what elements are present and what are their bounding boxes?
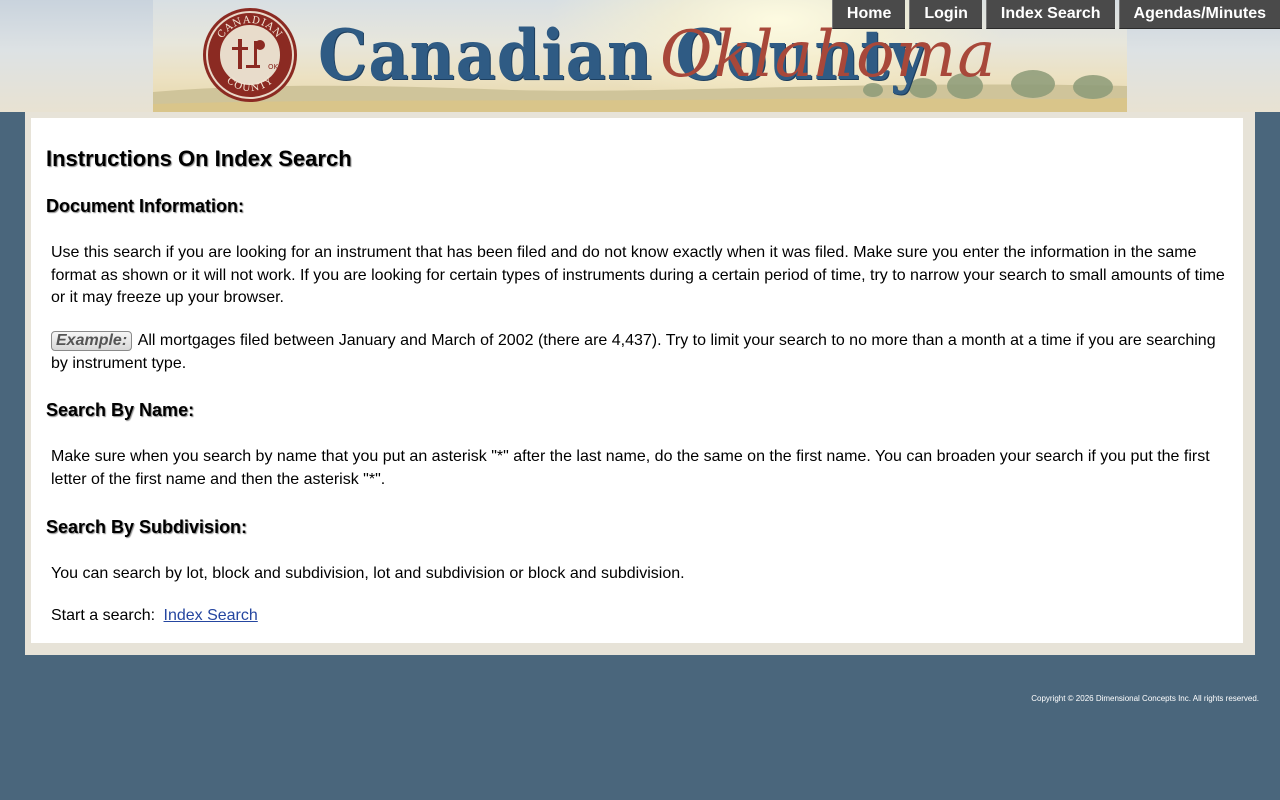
content-frame: Instructions On Index Search Document In… (25, 112, 1255, 655)
site-title-script: Oklahoma (660, 18, 997, 92)
document-information-text: Use this search if you are looking for a… (51, 244, 1225, 306)
start-search-label: Start a search: (51, 607, 156, 624)
section-heading-search-by-subdivision: Search By Subdivision: (46, 517, 248, 537)
nav-index-search[interactable]: Index Search (985, 0, 1115, 29)
copyright-text: Copyright © 2026 Dimensional Concepts In… (1031, 694, 1259, 703)
example-paragraph: Example: All mortgages filed between Jan… (51, 330, 1231, 375)
page-title: Instructions On Index Search (46, 146, 352, 171)
search-by-name-text: Make sure when you search by name that y… (51, 448, 1210, 488)
index-search-link[interactable]: Index Search (164, 607, 258, 624)
start-search-line: Start a search: Index Search (51, 605, 1231, 628)
section-heading-search-by-name: Search By Name: (46, 400, 195, 420)
top-navigation: Home Login Index Search Agendas/Minutes (831, 0, 1280, 29)
svg-text:OK: OK (268, 63, 279, 71)
nav-home[interactable]: Home (831, 0, 906, 29)
nav-agendas-minutes[interactable]: Agendas/Minutes (1118, 0, 1280, 29)
nav-login[interactable]: Login (909, 0, 982, 29)
example-text: All mortgages filed between January and … (51, 332, 1216, 372)
county-seal-logo: CANADIAN COUNTY OK (203, 8, 297, 102)
search-by-subdivision-text: You can search by lot, block and subdivi… (51, 565, 685, 582)
example-badge: Example: (51, 331, 133, 351)
site-header: CANADIAN COUNTY OK Canadian County Oklah… (0, 0, 1280, 112)
section-heading-document-information: Document Information: (46, 196, 244, 216)
content-panel: Instructions On Index Search Document In… (31, 118, 1243, 643)
